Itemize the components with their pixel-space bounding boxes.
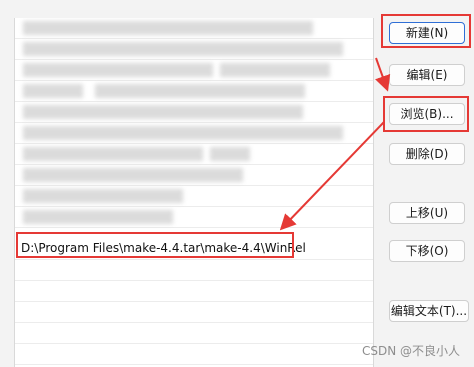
move-up-button[interactable]: 上移(U) [389, 202, 465, 224]
path-list[interactable]: D:\Program Files\make-4.4.tar\make-4.4\W… [14, 18, 374, 367]
list-item[interactable] [15, 186, 373, 207]
edit-text-button[interactable]: 编辑文本(T)... [389, 300, 469, 322]
arrow-new-to-browse [375, 57, 391, 92]
list-item[interactable] [15, 102, 373, 123]
move-down-button[interactable]: 下移(O) [389, 240, 465, 262]
list-item-empty[interactable] [15, 344, 373, 365]
list-item-selected[interactable]: D:\Program Files\make-4.4.tar\make-4.4\W… [15, 238, 373, 260]
selected-path-text: D:\Program Files\make-4.4.tar\make-4.4\W… [21, 241, 306, 255]
list-item[interactable] [15, 18, 373, 39]
list-item[interactable] [15, 123, 373, 144]
watermark: CSDN @不良小人 [361, 344, 460, 358]
list-item-empty[interactable] [15, 260, 373, 281]
browse-button[interactable]: 浏览(B)... [389, 103, 465, 125]
environment-path-dialog: D:\Program Files\make-4.4.tar\make-4.4\W… [0, 0, 474, 367]
new-button[interactable]: 新建(N) [389, 22, 465, 44]
list-item[interactable] [15, 60, 373, 81]
list-item[interactable] [15, 165, 373, 186]
list-item-empty[interactable] [15, 323, 373, 344]
list-item[interactable] [15, 144, 373, 165]
list-item-empty[interactable] [15, 302, 373, 323]
edit-button[interactable]: 编辑(E) [389, 64, 465, 86]
list-item[interactable] [15, 207, 373, 228]
delete-button[interactable]: 删除(D) [389, 143, 465, 165]
list-item[interactable] [15, 81, 373, 102]
list-item-empty[interactable] [15, 281, 373, 302]
list-item[interactable] [15, 39, 373, 60]
